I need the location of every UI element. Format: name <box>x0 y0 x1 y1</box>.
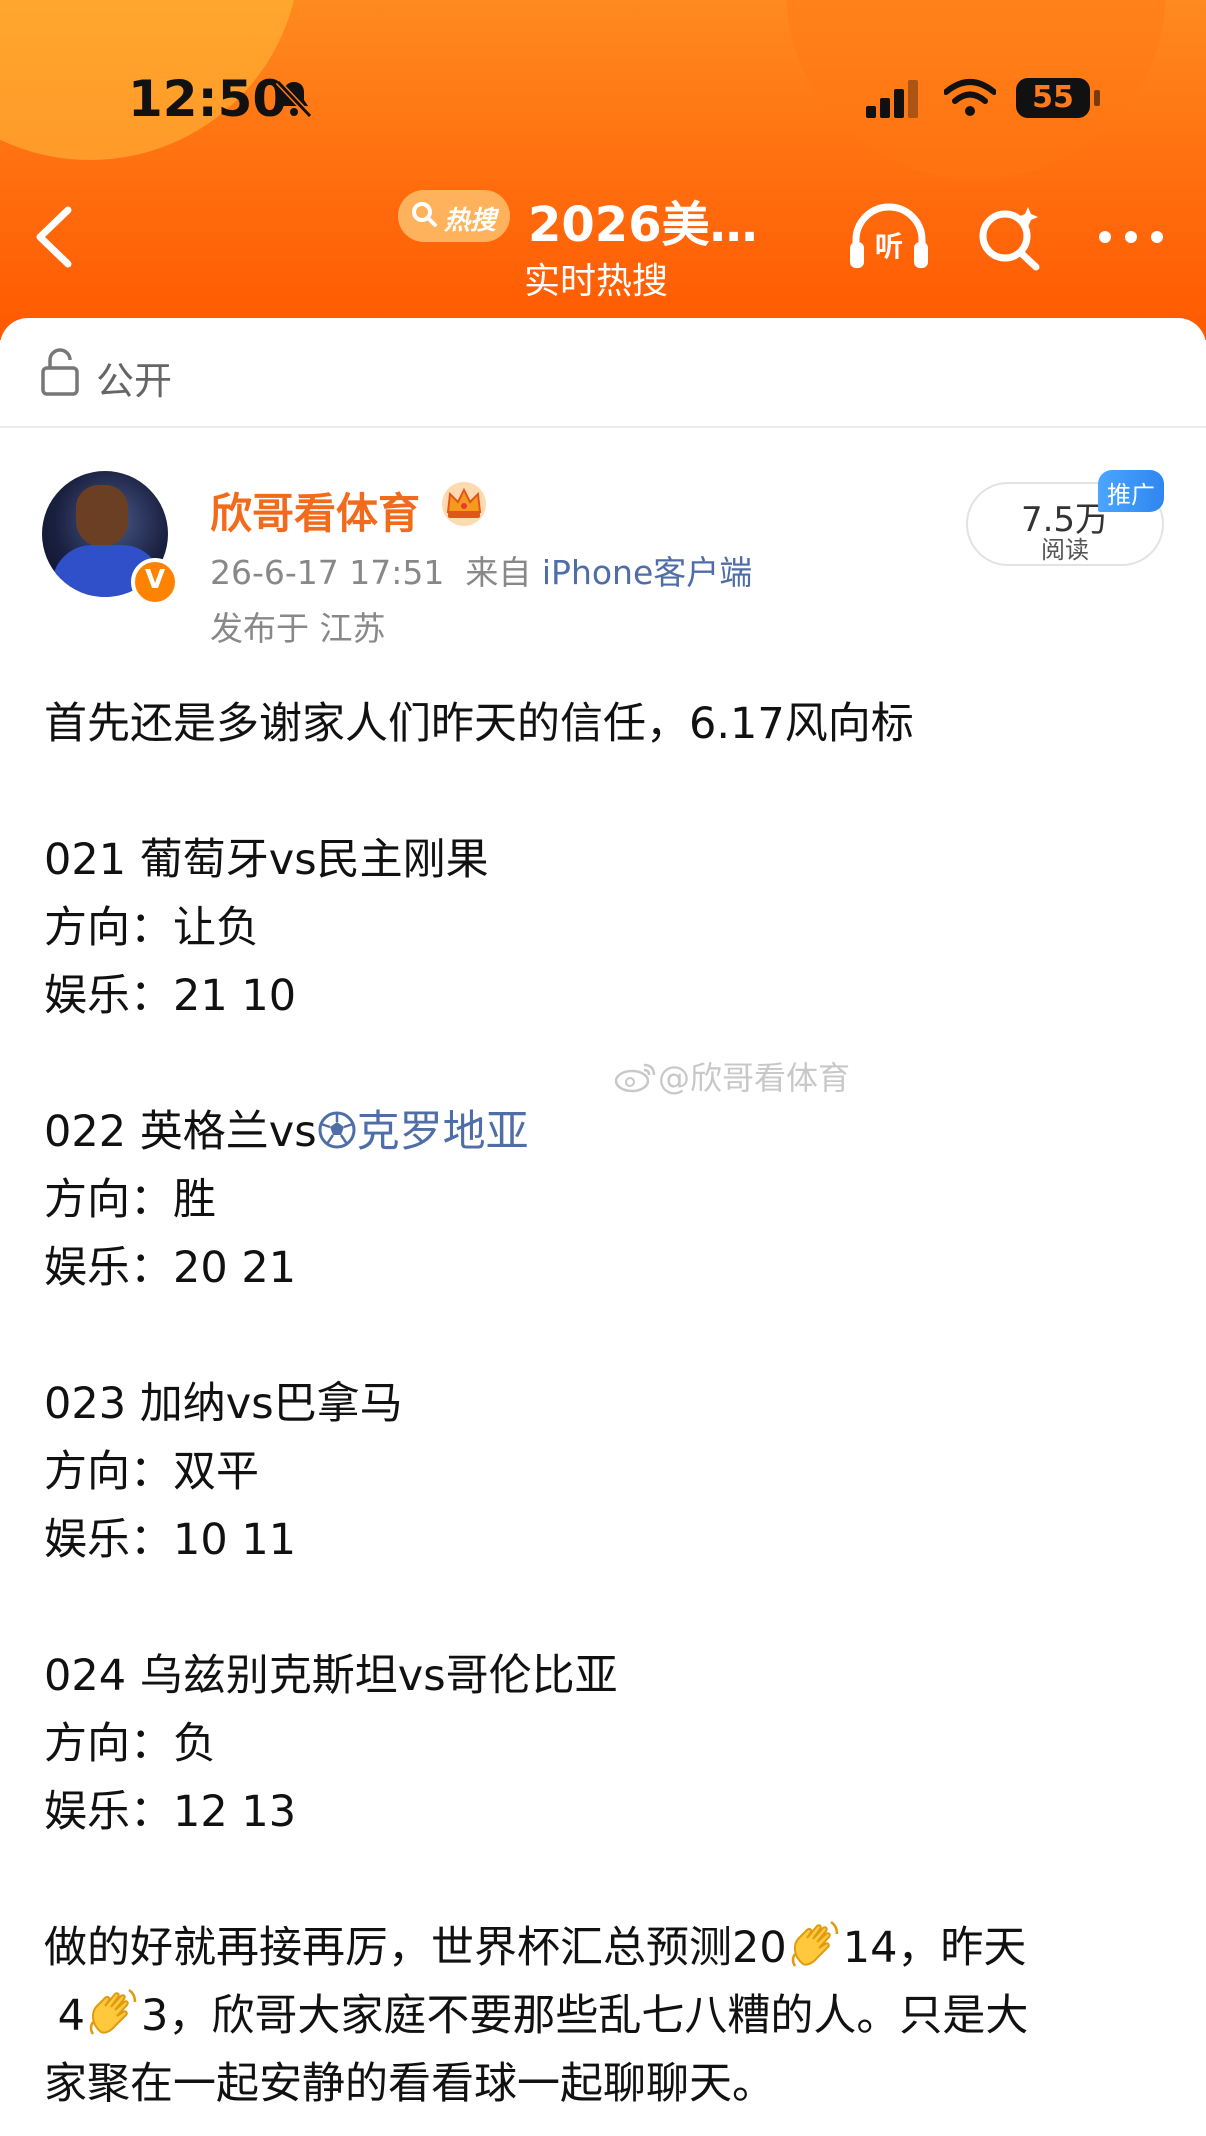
post-source-prefix: 来自 <box>465 553 532 592</box>
promo-tag: 推广 <box>1098 470 1164 512</box>
match-title: 021 葡萄牙vs民主刚果 <box>44 835 489 885</box>
read-label: 阅读 <box>1041 536 1089 564</box>
battery-level: 55 <box>1032 80 1074 115</box>
verified-icon: V <box>131 558 179 606</box>
match-title: 022 英格兰vs 克罗地亚 <box>44 1098 1174 1166</box>
post-closing: 4 3，欣哥大家庭不要那些乱七八糟的人。只是大 <box>44 1982 1174 2050</box>
soccer-ball-icon <box>318 1111 356 1149</box>
match-fun-score: 娱乐：21 10 <box>44 971 297 1021</box>
cellular-signal-icon <box>866 80 918 118</box>
match-fun-score: 娱乐：10 11 <box>44 1515 297 1565</box>
post-intro: 首先还是多谢家人们昨天的信任，6.17风向标 <box>44 699 914 749</box>
match-direction: 方向：让负 <box>44 903 259 953</box>
match-direction: 方向：双平 <box>44 1447 259 1497</box>
closing-text: 14，昨天 <box>842 1923 1027 1973</box>
bell-muted-icon <box>275 79 313 119</box>
hot-search-badge-label: 热搜 <box>444 206 497 236</box>
hot-search-badge[interactable]: 热搜 <box>398 190 510 242</box>
post-meta: 26-6-17 17:51 来自 iPhone客户端 <box>210 546 752 594</box>
unlock-icon <box>41 348 79 396</box>
match-direction: 方向：胜 <box>44 1175 216 1225</box>
match-fun-score: 娱乐：12 13 <box>44 1787 297 1837</box>
wifi-icon <box>944 79 996 116</box>
watermark-text: @欣哥看体育 <box>658 1059 851 1097</box>
closing-text: 4 <box>57 1991 86 2041</box>
post-card: 公开 V 欣哥看体育 26-6-17 17:51 来自 iPhone客户端 发布… <box>0 318 1206 2136</box>
page-subtitle: 实时热搜 <box>524 261 669 302</box>
svg-text:听: 听 <box>875 230 903 263</box>
more-options-icon[interactable] <box>1096 222 1166 252</box>
topic-link[interactable]: 克罗地亚 <box>357 1107 529 1157</box>
back-icon[interactable] <box>30 204 76 270</box>
post-closing: 做的好就再接再厉，世界杯汇总预测20 14，昨天 <box>44 1914 1174 1982</box>
match-title: 023 加纳vs巴拿马 <box>44 1379 403 1429</box>
avatar-figure-head <box>76 485 128 547</box>
waving-hand-icon <box>89 1988 137 2035</box>
post-timestamp: 26-6-17 17:51 <box>210 553 445 592</box>
crown-icon <box>442 482 486 526</box>
visibility-bar[interactable]: 公开 <box>0 318 1206 428</box>
closing-text: 做的好就再接再厉，世界杯汇总预测20 <box>44 1923 787 1973</box>
app-header: 12:50 55 热搜 2026美… 实时热搜 听 <box>0 0 1206 340</box>
visibility-label: 公开 <box>96 359 173 403</box>
closing-text: 3，欣哥大家庭不要那些乱七八糟的人。只是大 <box>141 1991 1029 2041</box>
post-body: 首先还是多谢家人们昨天的信任，6.17风向标 021 葡萄牙vs民主刚果 方向：… <box>44 690 1174 2118</box>
battery-tip <box>1094 90 1100 106</box>
weibo-logo-icon <box>614 1063 656 1093</box>
listen-headphones-icon[interactable]: 听 <box>848 200 930 272</box>
author-name[interactable]: 欣哥看体育 <box>210 480 420 541</box>
match-title: 024 乌兹别克斯坦vs哥伦比亚 <box>44 1651 618 1701</box>
match-title-prefix: 022 英格兰vs <box>44 1107 317 1157</box>
post-source[interactable]: iPhone客户端 <box>542 553 752 592</box>
post-closing: 家聚在一起安静的看看球一起聊聊天。 <box>44 2059 775 2109</box>
search-icon <box>412 202 437 227</box>
search-icon[interactable] <box>976 205 1042 271</box>
match-fun-score: 娱乐：20 21 <box>44 1243 297 1293</box>
match-direction: 方向：负 <box>44 1719 216 1769</box>
waving-hand-icon <box>791 1920 838 1967</box>
page-title[interactable]: 2026美… <box>528 185 798 255</box>
battery-indicator: 55 <box>1016 78 1090 118</box>
watermark: @欣哥看体育 <box>614 1053 850 1099</box>
status-time: 12:50 <box>128 70 288 128</box>
post-location: 发布于 江苏 <box>210 609 386 648</box>
promo-tag-label: 推广 <box>1107 481 1155 509</box>
